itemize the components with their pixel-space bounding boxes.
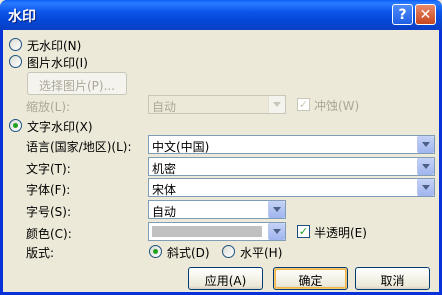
scale-value: 自动 xyxy=(152,100,177,114)
text-watermark-label[interactable]: 文字水印(X) xyxy=(27,118,93,135)
language-label: 语言(国家/地区)(L): xyxy=(26,140,132,154)
semitransparent-checkbox[interactable]: ✓ xyxy=(297,225,310,238)
font-combo[interactable]: 宋体 xyxy=(148,178,435,197)
picture-watermark-label[interactable]: 图片水印(I) xyxy=(27,54,88,71)
size-value: 自动 xyxy=(152,205,177,219)
color-label: 颜色(C): xyxy=(26,227,72,241)
no-watermark-radio[interactable] xyxy=(9,38,22,51)
picture-watermark-radio[interactable] xyxy=(9,55,22,68)
cancel-button[interactable]: 取消 xyxy=(355,267,430,290)
color-swatch xyxy=(152,226,262,237)
dialog-body: 无水印(N) 图片水印(I) 选择图片(P)... 缩放(L): 自动 ✓ 冲蚀… xyxy=(3,30,439,292)
horizontal-label[interactable]: 水平(H) xyxy=(240,244,282,261)
no-watermark-label[interactable]: 无水印(N) xyxy=(27,37,81,54)
scale-combo[interactable]: 自动 xyxy=(148,95,286,114)
ok-button[interactable]: 确定 xyxy=(273,267,348,290)
layout-label: 版式: xyxy=(26,246,55,260)
text-watermark-radio[interactable] xyxy=(9,119,22,132)
chevron-down-icon[interactable] xyxy=(268,96,285,113)
chevron-down-icon[interactable] xyxy=(417,179,434,196)
diagonal-radio[interactable] xyxy=(149,245,162,258)
apply-button[interactable]: 应用(A) xyxy=(188,267,263,290)
chevron-down-icon[interactable] xyxy=(417,136,434,153)
color-combo[interactable] xyxy=(148,222,286,241)
watermark-dialog: 水印 ? ✕ 无水印(N) 图片水印(I) 选择图片(P)... 缩放(L): … xyxy=(0,0,442,295)
font-label: 字体(F): xyxy=(26,183,71,197)
title-bar[interactable]: 水印 ? ✕ xyxy=(0,0,442,30)
close-button[interactable]: ✕ xyxy=(415,4,436,25)
text-label: 文字(T): xyxy=(26,162,71,176)
horizontal-radio[interactable] xyxy=(222,245,235,258)
dialog-title: 水印 xyxy=(8,9,36,25)
size-combo[interactable]: 自动 xyxy=(148,200,286,219)
language-combo[interactable]: 中文(中国) xyxy=(148,135,435,154)
chevron-down-icon[interactable] xyxy=(268,223,285,240)
diagonal-label[interactable]: 斜式(D) xyxy=(167,244,210,261)
select-picture-button[interactable]: 选择图片(P)... xyxy=(27,72,127,95)
help-button[interactable]: ? xyxy=(392,4,413,25)
washout-label: 冲蚀(W) xyxy=(314,99,360,113)
language-value: 中文(中国) xyxy=(152,140,210,154)
chevron-down-icon[interactable] xyxy=(417,158,434,175)
chevron-down-icon[interactable] xyxy=(268,201,285,218)
scale-label: 缩放(L): xyxy=(26,100,71,114)
semitransparent-label[interactable]: 半透明(E) xyxy=(314,224,367,241)
size-label: 字号(S): xyxy=(26,205,72,219)
text-value: 机密 xyxy=(152,162,177,176)
font-value: 宋体 xyxy=(152,183,177,197)
washout-checkbox[interactable]: ✓ xyxy=(297,98,310,111)
text-combo[interactable]: 机密 xyxy=(148,157,435,176)
